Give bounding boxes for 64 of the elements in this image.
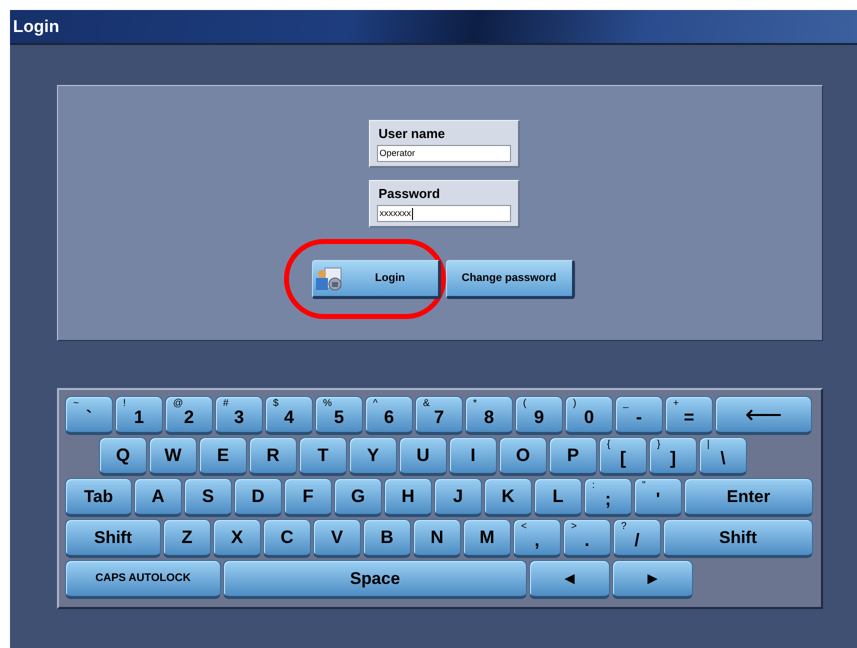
keyboard-key[interactable]: ( 9 xyxy=(515,396,563,435)
enter-key[interactable]: Enter xyxy=(684,478,813,517)
login-button[interactable]: Login xyxy=(312,260,440,299)
keyboard-key[interactable]: { [ xyxy=(599,437,647,476)
backspace-key[interactable]: ⟵ xyxy=(715,396,812,435)
keyboard-key[interactable]: P xyxy=(549,437,597,476)
keyboard-key[interactable]: Q xyxy=(99,437,147,476)
keyboard-key[interactable]: " ' xyxy=(634,478,682,517)
change-password-button[interactable]: Change password xyxy=(446,260,574,299)
space-key[interactable]: Space xyxy=(223,560,527,599)
keyboard-key[interactable]: N xyxy=(413,519,461,558)
keyboard-key[interactable]: % 5 xyxy=(315,396,363,435)
keyboard-key[interactable]: + = xyxy=(665,396,713,435)
keyboard-key[interactable]: : ; xyxy=(584,478,632,517)
user-lock-icon xyxy=(314,266,344,292)
keyboard-key[interactable]: J xyxy=(434,478,482,517)
keyboard-key[interactable]: Y xyxy=(349,437,397,476)
keyboard-key[interactable]: _ - xyxy=(615,396,663,435)
keyboard-key[interactable]: M xyxy=(463,519,511,558)
caps-lock-key[interactable]: CAPS AUTOLOCK xyxy=(65,560,221,599)
arrow-key[interactable]: ◄ xyxy=(529,560,610,599)
keyboard-key[interactable]: > . xyxy=(563,519,611,558)
keyboard-key[interactable]: I xyxy=(449,437,497,476)
keyboard-key[interactable]: $ 4 xyxy=(265,396,313,435)
keyboard-key[interactable]: H xyxy=(384,478,432,517)
keyboard-key[interactable]: | \ xyxy=(699,437,747,476)
keyboard-key[interactable]: B xyxy=(363,519,411,558)
keyboard-key[interactable]: ^ 6 xyxy=(365,396,413,435)
keyboard-key[interactable]: V xyxy=(313,519,361,558)
keyboard-key[interactable]: ! 1 xyxy=(115,396,163,435)
shift-key[interactable]: Shift xyxy=(663,519,813,558)
keyboard-key[interactable]: E xyxy=(199,437,247,476)
keyboard-key[interactable]: ) 0 xyxy=(565,396,613,435)
window-title: Login xyxy=(13,16,60,38)
keyboard-key[interactable]: C xyxy=(263,519,311,558)
username-field[interactable]: Operator xyxy=(376,145,510,162)
keyboard-key[interactable]: } ] xyxy=(649,437,697,476)
field-label: Password xyxy=(378,186,441,202)
keyboard-key[interactable]: W xyxy=(149,437,197,476)
keyboard-key[interactable]: L xyxy=(534,478,582,517)
keyboard-key[interactable]: O xyxy=(499,437,547,476)
keyboard-key[interactable]: S xyxy=(184,478,232,517)
keyboard-key[interactable]: # 3 xyxy=(215,396,263,435)
tab-key[interactable]: Tab xyxy=(65,478,132,517)
keyboard-key[interactable]: ? / xyxy=(613,519,661,558)
arrow-key[interactable]: ► xyxy=(612,560,693,599)
password-field[interactable]: xxxxxxx xyxy=(376,205,510,222)
keyboard-key[interactable]: ~ ` xyxy=(65,396,113,435)
keyboard-key[interactable]: R xyxy=(249,437,297,476)
keyboard-key[interactable]: U xyxy=(399,437,447,476)
keyboard-key[interactable]: X xyxy=(213,519,261,558)
keyboard-key[interactable]: < , xyxy=(513,519,561,558)
keyboard-key[interactable]: T xyxy=(299,437,347,476)
keyboard-key[interactable]: * 8 xyxy=(465,396,513,435)
keyboard-key[interactable]: G xyxy=(334,478,382,517)
keyboard-key[interactable]: F xyxy=(284,478,332,517)
keyboard-key[interactable]: @ 2 xyxy=(165,396,213,435)
keyboard-key[interactable]: Z xyxy=(163,519,211,558)
keyboard-key[interactable]: K xyxy=(484,478,532,517)
field-label: User name xyxy=(378,126,446,142)
keyboard-key[interactable]: A xyxy=(134,478,182,517)
keyboard-key[interactable]: & 7 xyxy=(415,396,463,435)
keyboard-key[interactable]: D xyxy=(234,478,282,517)
shift-key[interactable]: Shift xyxy=(65,519,161,558)
